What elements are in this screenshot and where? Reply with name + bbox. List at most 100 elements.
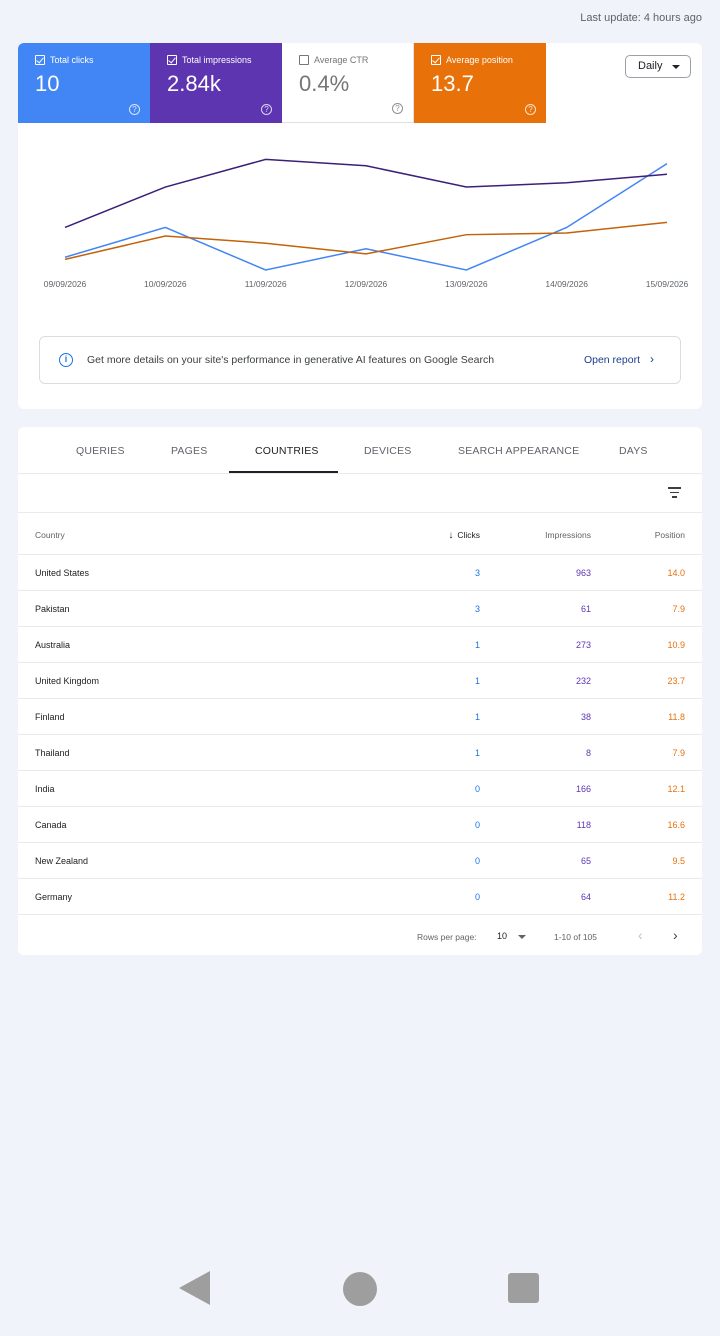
metric-label: Total clicks bbox=[50, 55, 94, 65]
checkbox-checked-icon[interactable] bbox=[431, 55, 441, 65]
tab-pages[interactable]: PAGES bbox=[171, 445, 207, 457]
cell-impressions: 232 bbox=[575, 676, 591, 686]
help-icon[interactable]: ? bbox=[525, 104, 536, 115]
chevron-right-icon[interactable]: › bbox=[650, 352, 654, 366]
table-row[interactable]: United Kingdom 1 232 23.7 bbox=[18, 663, 702, 699]
filter-icon[interactable] bbox=[668, 487, 681, 498]
cell-clicks: 0 bbox=[474, 784, 480, 794]
cell-clicks: 1 bbox=[474, 748, 480, 758]
metric-average-ctr[interactable]: Average CTR 0.4% ? bbox=[282, 43, 414, 123]
cell-clicks: 0 bbox=[474, 856, 480, 866]
cell-impressions: 273 bbox=[575, 640, 591, 650]
cell-impressions: 8 bbox=[585, 748, 591, 758]
tab-days[interactable]: DAYS bbox=[619, 445, 648, 457]
header-clicks[interactable]: ↓ Clicks bbox=[448, 530, 480, 541]
cell-impressions: 166 bbox=[575, 784, 591, 794]
tab-countries[interactable]: COUNTRIES bbox=[255, 445, 319, 457]
pagination: Rows per page: 10 1-10 of 105 ‹ › bbox=[18, 915, 702, 955]
metric-label: Average position bbox=[446, 55, 513, 65]
cell-clicks: 1 bbox=[474, 640, 480, 650]
cell-country: Canada bbox=[35, 820, 67, 830]
cell-position: 11.8 bbox=[668, 712, 685, 722]
cell-country: Finland bbox=[35, 712, 65, 722]
header-impressions[interactable]: Impressions bbox=[545, 530, 591, 540]
cell-impressions: 963 bbox=[575, 568, 591, 578]
cell-impressions: 64 bbox=[580, 892, 591, 902]
checkbox-checked-icon[interactable] bbox=[167, 55, 177, 65]
performance-card: 09/09/2026 10/09/2026 11/09/2026 12/09/2026… bbox=[18, 43, 702, 409]
metric-total-impressions[interactable]: Total impressions 2.84k ? bbox=[150, 43, 282, 123]
table-header: Country ↓ Clicks Impressions Position bbox=[18, 513, 702, 555]
cell-position: 9.5 bbox=[672, 856, 685, 866]
home-icon[interactable] bbox=[343, 1272, 377, 1306]
info-icon: i bbox=[59, 353, 73, 367]
cell-impressions: 65 bbox=[580, 856, 591, 866]
x-tick-label: 11/09/2026 bbox=[245, 279, 287, 289]
sort-arrow-down-icon: ↓ bbox=[448, 530, 454, 541]
cell-country: Pakistan bbox=[35, 604, 70, 614]
cell-position: 11.2 bbox=[668, 892, 685, 902]
dimension-tabs: QUERIES PAGES COUNTRIES DEVICES SEARCH A… bbox=[18, 427, 702, 474]
cell-clicks: 0 bbox=[474, 892, 480, 902]
table-row[interactable]: Pakistan 3 61 7.9 bbox=[18, 591, 702, 627]
cell-position: 23.7 bbox=[667, 676, 685, 686]
chevron-right-icon[interactable]: › bbox=[673, 927, 678, 943]
series-line-1 bbox=[64, 158, 668, 229]
table-body: United States 3 963 14.0 Pakistan 3 61 7.9 Austr… bbox=[18, 555, 702, 915]
cell-country: Australia bbox=[35, 640, 71, 650]
tab-search-appearance[interactable]: SEARCH APPEARANCE bbox=[458, 445, 579, 457]
dropdown-caret-icon bbox=[672, 65, 680, 69]
x-tick-label: 10/09/2026 bbox=[144, 279, 187, 289]
cell-country: India bbox=[35, 784, 55, 794]
cell-country: Germany bbox=[35, 892, 73, 902]
metric-value: 0.4% bbox=[299, 71, 350, 96]
cell-clicks: 1 bbox=[474, 676, 480, 686]
granularity-dropdown[interactable]: Daily bbox=[625, 55, 691, 78]
table-row[interactable]: Germany 0 64 11.2 bbox=[18, 879, 702, 915]
metric-value: 10 bbox=[35, 71, 60, 96]
checkbox-unchecked-icon[interactable] bbox=[299, 55, 309, 65]
metric-average-position[interactable]: Average position 13.7 ? bbox=[414, 43, 546, 123]
x-tick-label: 09/09/2026 bbox=[44, 279, 87, 289]
rows-per-page-label: Rows per page: bbox=[417, 932, 477, 942]
tab-queries[interactable]: QUERIES bbox=[76, 445, 125, 457]
metric-label: Average CTR bbox=[314, 55, 369, 65]
table-row[interactable]: Australia 1 273 10.9 bbox=[18, 627, 702, 663]
table-row[interactable]: India 0 166 12.1 bbox=[18, 771, 702, 807]
checkbox-checked-icon[interactable] bbox=[35, 55, 45, 65]
cell-country: United States bbox=[35, 568, 90, 578]
last-update-text: Last update: 4 hours ago bbox=[580, 12, 702, 24]
open-report-link[interactable]: Open report bbox=[584, 354, 640, 366]
cell-position: 10.9 bbox=[667, 640, 685, 650]
page-range: 1-10 of 105 bbox=[554, 932, 598, 942]
table-row[interactable]: New Zealand 0 65 9.5 bbox=[18, 843, 702, 879]
series-line-2 bbox=[64, 221, 668, 261]
metric-total-clicks[interactable]: Total clicks 10 ? bbox=[18, 43, 150, 123]
cell-position: 14.0 bbox=[667, 568, 685, 578]
cell-position: 7.9 bbox=[672, 604, 685, 614]
cell-clicks: 1 bbox=[474, 712, 480, 722]
recents-icon[interactable] bbox=[508, 1273, 539, 1303]
tab-devices[interactable]: DEVICES bbox=[364, 445, 412, 457]
header-country[interactable]: Country bbox=[35, 530, 65, 540]
x-tick-label: 13/09/2026 bbox=[445, 279, 488, 289]
chevron-left-icon[interactable]: ‹ bbox=[638, 927, 643, 943]
help-icon[interactable]: ? bbox=[261, 104, 272, 115]
active-tab-indicator bbox=[229, 471, 338, 473]
table-row[interactable]: Finland 1 38 11.8 bbox=[18, 699, 702, 735]
cell-position: 7.9 bbox=[672, 748, 685, 758]
help-icon[interactable]: ? bbox=[129, 104, 140, 115]
cell-country: United Kingdom bbox=[35, 676, 100, 686]
table-row[interactable]: Thailand 1 8 7.9 bbox=[18, 735, 702, 771]
help-icon[interactable]: ? bbox=[392, 103, 403, 114]
x-tick-label: 12/09/2026 bbox=[345, 279, 388, 289]
table-row[interactable]: United States 3 963 14.0 bbox=[18, 555, 702, 591]
back-icon[interactable] bbox=[179, 1271, 210, 1305]
table-toolbar bbox=[18, 474, 702, 513]
cell-position: 16.6 bbox=[667, 820, 685, 830]
header-position[interactable]: Position bbox=[655, 530, 685, 540]
metric-label: Total impressions bbox=[182, 55, 252, 65]
rows-per-page-select[interactable]: 10 bbox=[497, 931, 507, 941]
table-row[interactable]: Canada 0 118 16.6 bbox=[18, 807, 702, 843]
dropdown-caret-icon[interactable] bbox=[518, 935, 526, 939]
